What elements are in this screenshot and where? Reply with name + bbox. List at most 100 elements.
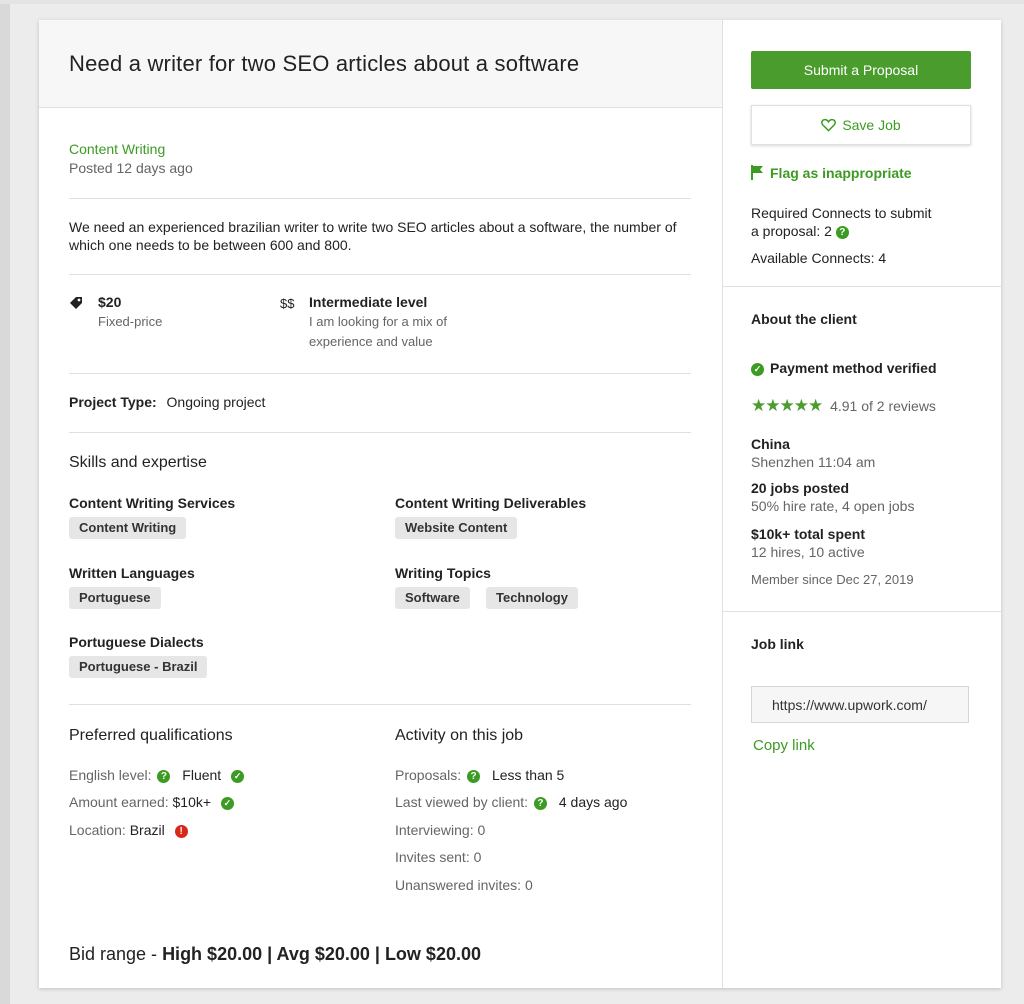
location-value: Brazil <box>129 822 165 838</box>
save-job-label: Save Job <box>842 117 901 133</box>
last-viewed-row: Last viewed by client: ? 4 days ago <box>395 794 627 810</box>
skill-chip[interactable]: Content Writing <box>69 517 187 539</box>
amount-earned-value: $10k+ <box>172 794 212 810</box>
divider <box>69 432 691 433</box>
proposals-row: Proposals: ? Less than 5 <box>395 767 564 783</box>
divider <box>69 198 691 199</box>
payment-verified: ✓ Payment method verified <box>751 360 937 376</box>
client-country: China <box>751 436 790 452</box>
check-icon: ✓ <box>220 797 234 810</box>
unanswered-invites-count: Unanswered invites: 0 <box>395 877 533 893</box>
client-rating: ★★★★★ 4.91 of 2 reviews <box>751 396 936 416</box>
rating-text: 4.91 of 2 reviews <box>830 398 936 414</box>
bid-low: Low $20.00 <box>384 944 481 964</box>
help-icon[interactable]: ? <box>157 770 171 783</box>
divider <box>723 286 1001 287</box>
last-viewed-value: 4 days ago <box>558 794 628 810</box>
skill-chip[interactable]: Software <box>395 587 470 609</box>
job-header: Need a writer for two SEO articles about… <box>39 20 722 108</box>
experience-level-desc-1: I am looking for a mix of <box>309 314 447 329</box>
help-icon[interactable]: ? <box>533 797 547 810</box>
amount-earned-label: Amount earned: <box>69 794 169 810</box>
bid-range-label: Bid range - <box>69 944 163 964</box>
rating-stars-icon: ★★★★★ <box>751 396 823 415</box>
client-hire-rate: 50% hire rate, 4 open jobs <box>751 498 915 514</box>
page-backdrop <box>0 0 10 1004</box>
project-type-value: Ongoing project <box>166 394 266 410</box>
available-connects: Available Connects: 4 <box>751 250 887 266</box>
divider <box>69 373 691 374</box>
amount-earned-row: Amount earned: $10k+ ✓ <box>69 794 234 810</box>
check-icon: ✓ <box>231 770 245 783</box>
skill-group-title: Content Writing Deliverables <box>395 495 587 511</box>
bid-avg: Avg $20.00 <box>276 944 370 964</box>
bid-separator: | <box>369 944 385 964</box>
job-title: Need a writer for two SEO articles about… <box>69 51 580 76</box>
location-label: Location: <box>69 822 126 838</box>
posted-time: Posted 12 days ago <box>69 160 193 176</box>
project-type: Project Type: Ongoing project <box>69 394 265 410</box>
skill-chip[interactable]: Portuguese - Brazil <box>69 656 208 678</box>
job-description: We need an experienced brazilian writer … <box>69 219 677 253</box>
job-main-column: Need a writer for two SEO articles about… <box>39 20 723 988</box>
skill-group-title: Written Languages <box>69 565 195 581</box>
skill-group-title: Content Writing Services <box>69 495 236 511</box>
page-top-bar <box>0 0 1024 4</box>
skill-group-title: Portuguese Dialects <box>69 634 204 650</box>
client-total-spent: $10k+ total spent <box>751 526 865 542</box>
proposals-value: Less than 5 <box>491 767 565 783</box>
qualifications-title: Preferred qualifications <box>69 727 233 744</box>
job-price: $20 <box>98 294 122 310</box>
english-level-row: English level: ? Fluent ✓ <box>69 767 245 783</box>
dollar-level-icon: $$ <box>280 296 295 311</box>
job-category-link[interactable]: Content Writing <box>69 141 165 157</box>
job-link-title: Job link <box>751 636 804 652</box>
client-hires: 12 hires, 10 active <box>751 544 865 560</box>
required-connects-line1: Required Connects to submit <box>751 205 932 221</box>
job-sidebar: Submit a Proposal Save Job Flag as inapp… <box>723 20 1001 988</box>
required-connects-line2: a proposal: 2 <box>751 223 832 239</box>
proposals-label: Proposals: <box>395 767 462 783</box>
bid-high: High $20.00 <box>162 944 263 964</box>
skill-group-title: Writing Topics <box>395 565 491 581</box>
flag-link[interactable]: Flag as inappropriate <box>751 165 912 181</box>
submit-proposal-button[interactable]: Submit a Proposal <box>751 51 971 89</box>
experience-level-desc-2: experience and value <box>309 334 433 349</box>
price-tag-icon <box>70 297 82 309</box>
skills-title: Skills and expertise <box>69 454 207 471</box>
payment-verified-label: Payment method verified <box>770 360 937 376</box>
project-type-label: Project Type: <box>69 394 157 410</box>
last-viewed-label: Last viewed by client: <box>395 794 529 810</box>
flag-icon <box>751 165 763 180</box>
bid-range: Bid range - High $20.00 | Avg $20.00 | L… <box>69 944 481 965</box>
job-details-modal: Need a writer for two SEO articles about… <box>39 20 1001 988</box>
help-icon[interactable]: ? <box>467 770 481 783</box>
required-connects: Required Connects to submit a proposal: … <box>751 204 932 240</box>
divider <box>69 704 691 705</box>
client-jobs-posted: 20 jobs posted <box>751 480 850 496</box>
interviewing-count: Interviewing: 0 <box>395 822 486 838</box>
skill-chip[interactable]: Portuguese <box>69 587 161 609</box>
experience-level: Intermediate level <box>309 294 428 310</box>
flag-label: Flag as inappropriate <box>770 165 912 181</box>
english-level-value: Fluent <box>182 767 222 783</box>
save-job-button[interactable]: Save Job <box>751 105 971 145</box>
copy-link-button[interactable]: Copy link <box>753 737 815 754</box>
help-icon[interactable]: ? <box>835 226 849 239</box>
client-member-since: Member since Dec 27, 2019 <box>751 572 914 587</box>
location-row: Location: Brazil ! <box>69 822 188 838</box>
english-level-label: English level: <box>69 767 152 783</box>
about-client-title: About the client <box>751 311 857 327</box>
skill-chip[interactable]: Technology <box>486 587 578 609</box>
activity-title: Activity on this job <box>395 727 524 744</box>
job-link-input[interactable] <box>751 686 969 723</box>
job-price-type: Fixed-price <box>98 314 163 329</box>
verified-check-icon: ✓ <box>751 363 764 376</box>
divider <box>723 611 1001 612</box>
heart-icon <box>821 118 837 132</box>
client-city-time: Shenzhen 11:04 am <box>751 454 876 470</box>
invites-sent-count: Invites sent: 0 <box>395 849 482 865</box>
warning-icon: ! <box>174 825 188 838</box>
skill-chip[interactable]: Website Content <box>395 517 518 539</box>
bid-separator: | <box>262 944 277 964</box>
